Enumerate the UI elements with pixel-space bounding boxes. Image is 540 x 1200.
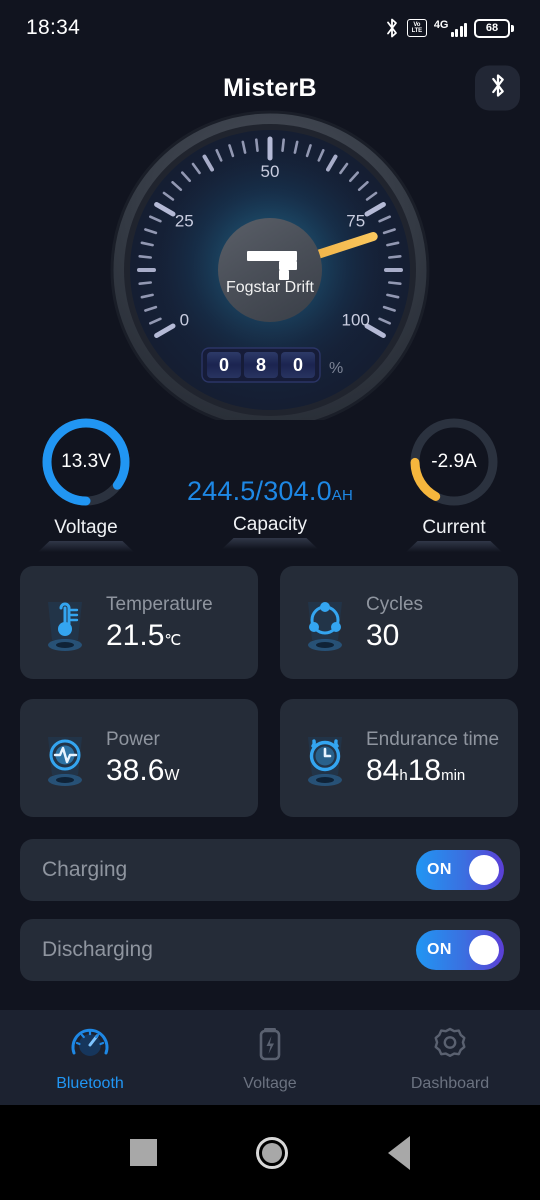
battery-percent-label: 68 [485, 22, 499, 34]
voltage-ring: 13.3V [38, 414, 134, 510]
soc-digit-1: 0 [219, 355, 229, 375]
power-label: Power [106, 729, 160, 751]
cycles-card[interactable]: Cycles 30 [280, 566, 518, 679]
nav-label-voltage: Voltage [243, 1074, 297, 1092]
temperature-card[interactable]: Temperature 21.5℃ [20, 566, 258, 679]
status-icons: Vo LTE 4G 68 [384, 17, 514, 39]
bottom-navigation: Bluetooth Voltage Dashboard [0, 1010, 540, 1105]
capacity-number: 244.5/304.0 [186, 476, 332, 506]
nav-item-bluetooth[interactable]: Bluetooth [0, 1023, 180, 1093]
signal-icon: 4G [434, 19, 467, 37]
gauge-hub [218, 218, 322, 322]
battery-status-icon: 68 [474, 18, 514, 38]
cycles-icon [294, 590, 356, 656]
volte-bottom-label: LTE [411, 28, 423, 34]
charging-row[interactable]: Charging ON [20, 839, 520, 901]
nav-label-bluetooth: Bluetooth [56, 1074, 124, 1092]
temperature-unit: ℃ [164, 631, 182, 649]
cycles-value: 30 [366, 618, 400, 652]
capacity-unit: AH [331, 487, 354, 504]
bluetooth-connect-button[interactable] [475, 65, 520, 111]
nav-item-dashboard[interactable]: Dashboard [360, 1023, 540, 1093]
endurance-minutes-unit: min [441, 767, 466, 785]
temperature-label: Temperature [106, 593, 213, 615]
voltage-label: Voltage [54, 517, 118, 538]
voltage-stat[interactable]: 13.3V Voltage [16, 414, 156, 552]
capacity-stat[interactable]: 244.5/304.0AH Capacity [170, 414, 370, 549]
discharging-state-label: ON [427, 941, 452, 958]
gauge-label-25: 25 [175, 212, 194, 231]
voltage-label-shadow [38, 541, 134, 552]
charging-toggle[interactable]: ON [416, 850, 504, 890]
capacity-label: Capacity [233, 514, 307, 535]
gauge-label-50: 50 [261, 162, 280, 181]
charging-state-label: ON [427, 861, 452, 878]
endurance-label: Endurance time [366, 729, 500, 751]
current-stat[interactable]: -2.9A Current [384, 414, 524, 552]
bluetooth-icon [488, 73, 508, 104]
square-recents-icon[interactable] [129, 1139, 157, 1166]
power-number: 38.6 [106, 754, 165, 788]
temperature-number: 21.5 [106, 618, 165, 652]
power-unit: W [164, 767, 180, 785]
nav-item-voltage[interactable]: Voltage [180, 1023, 360, 1093]
switch-list: Charging ON Discharging ON [0, 817, 540, 981]
power-value: 38.6W [106, 755, 180, 787]
voltage-value: 13.3V [61, 451, 111, 472]
gauge-label-0: 0 [180, 311, 189, 330]
discharging-toggle[interactable]: ON [416, 930, 504, 970]
temperature-value: 21.5℃ [106, 620, 213, 652]
speedometer-icon [68, 1023, 112, 1068]
power-card[interactable]: Power 38.6W [20, 699, 258, 817]
battery-icon [248, 1023, 292, 1068]
gear-icon [428, 1023, 472, 1068]
current-ring: -2.9A [406, 414, 502, 510]
current-label: Current [422, 517, 486, 538]
triangle-back-icon[interactable] [388, 1135, 411, 1170]
gauge-svg: 0 25 50 75 100 Fogstar Drift 0 8 0 % [110, 110, 430, 420]
charging-label: Charging [42, 858, 128, 881]
summary-stats-row: 13.3V Voltage 244.5/304.0AH Capacity -2.… [0, 414, 540, 552]
circle-home-icon[interactable] [256, 1136, 289, 1169]
endurance-minutes: 18 [407, 754, 442, 788]
metric-cards: Temperature 21.5℃ Cycles 30 Power 38.6W … [0, 552, 540, 817]
capacity-value: 244.5/304.0AH [187, 476, 353, 507]
signal-bars-icon [450, 22, 467, 37]
soc-gauge: 0 25 50 75 100 Fogstar Drift 0 8 0 % [0, 110, 540, 420]
discharging-toggle-knob [469, 935, 499, 965]
page-title: MisterB [223, 73, 317, 102]
capacity-label-shadow [222, 538, 318, 549]
endurance-card[interactable]: Endurance time 84h18min [280, 699, 518, 817]
cycles-label: Cycles [366, 593, 424, 615]
discharging-label: Discharging [42, 938, 153, 961]
current-label-shadow [406, 541, 502, 552]
endurance-value: 84h18min [366, 755, 499, 787]
endurance-hours-unit: h [399, 767, 408, 785]
soc-digit-2: 8 [256, 355, 266, 375]
power-pulse-icon [34, 725, 96, 791]
app-screen: 18:34 Vo LTE 4G 68 MisterB 0 25 50 75 10… [0, 0, 540, 1200]
nav-label-dashboard: Dashboard [410, 1074, 490, 1092]
current-value: -2.9A [431, 451, 477, 472]
android-navigation-bar [0, 1105, 540, 1200]
status-bar: 18:34 Vo LTE 4G 68 [0, 0, 540, 56]
endurance-hours: 84 [366, 754, 400, 788]
soc-unit-label: % [329, 360, 343, 377]
charging-toggle-knob [469, 855, 499, 885]
gauge-brand-label: Fogstar Drift [226, 279, 315, 296]
status-clock: 18:34 [26, 16, 81, 39]
gauge-label-100: 100 [342, 311, 370, 330]
network-type-label: 4G [433, 19, 449, 31]
volte-icon: Vo LTE [406, 19, 427, 37]
thermometer-icon [34, 590, 96, 656]
bluetooth-icon [384, 17, 400, 39]
gauge-label-75: 75 [346, 212, 365, 231]
alarm-clock-icon [294, 725, 356, 791]
discharging-row[interactable]: Discharging ON [20, 919, 520, 981]
soc-digit-3: 0 [293, 355, 303, 375]
